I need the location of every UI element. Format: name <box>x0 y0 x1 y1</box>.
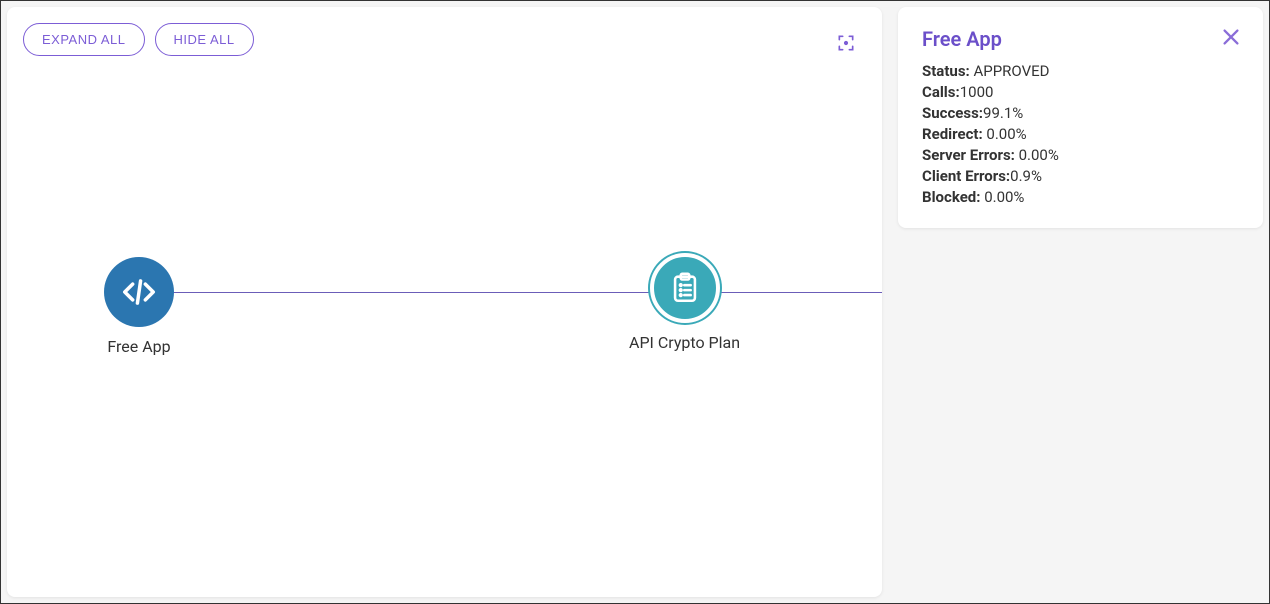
stat-success-label: Success: <box>922 104 983 122</box>
stat-calls-value: 1000 <box>960 83 994 101</box>
stat-blocked: Blocked: 0.00% <box>922 187 1239 208</box>
clipboard-icon <box>668 271 702 305</box>
connector-line <box>172 292 882 293</box>
stat-redirect-value: 0.00% <box>983 125 1027 143</box>
stat-status-value: APPROVED <box>970 62 1050 80</box>
node-api-label: API Crypto Plan <box>629 333 740 352</box>
node-free-app-circle[interactable] <box>104 257 174 327</box>
stat-calls-label: Calls: <box>922 83 960 101</box>
stat-client-errors-value: 0.9% <box>1010 167 1042 185</box>
stat-status-label: Status: <box>922 62 970 80</box>
stat-redirect-label: Redirect: <box>922 125 983 143</box>
stat-server-errors-value: 0.00% <box>1015 146 1059 164</box>
node-free-app[interactable]: Free App <box>104 257 174 356</box>
stat-status: Status: APPROVED <box>922 61 1239 82</box>
app-container: EXPAND ALL HIDE ALL <box>1 1 1269 603</box>
stat-success-value: 99.1% <box>983 104 1023 122</box>
info-panel: Free App Status: APPROVED Calls:1000 Suc… <box>898 7 1263 228</box>
stat-redirect: Redirect: 0.00% <box>922 124 1239 145</box>
close-icon <box>1220 26 1242 48</box>
stat-server-errors-label: Server Errors: <box>922 146 1015 164</box>
stat-calls: Calls:1000 <box>922 82 1239 103</box>
stat-client-errors-label: Client Errors: <box>922 167 1010 185</box>
code-icon <box>120 273 158 311</box>
node-free-app-label: Free App <box>107 337 170 356</box>
close-button[interactable] <box>1217 23 1245 51</box>
stat-blocked-value: 0.00% <box>980 188 1024 206</box>
stat-success: Success:99.1% <box>922 103 1239 124</box>
node-api-crypto-plan[interactable]: API Crypto Plan <box>629 253 740 352</box>
stat-server-errors: Server Errors: 0.00% <box>922 145 1239 166</box>
canvas-panel: EXPAND ALL HIDE ALL <box>7 7 882 597</box>
diagram-area: Free App API Crypto Plan <box>7 7 882 597</box>
stat-client-errors: Client Errors:0.9% <box>922 166 1239 187</box>
stat-blocked-label: Blocked: <box>922 188 980 206</box>
node-api-circle[interactable] <box>650 253 720 323</box>
info-panel-title: Free App <box>922 27 1239 51</box>
